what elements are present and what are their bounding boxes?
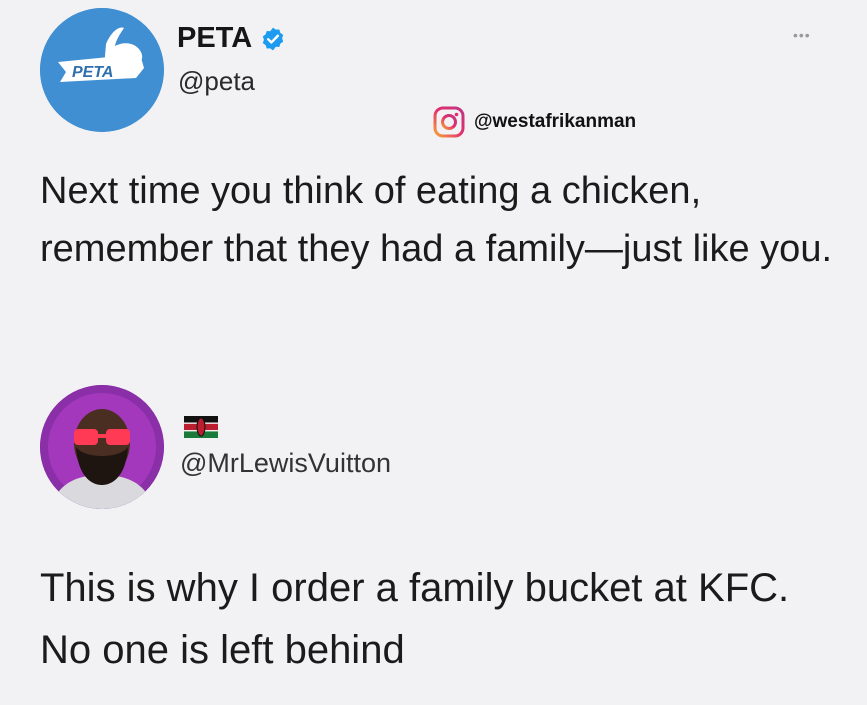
instagram-icon [433,106,465,138]
peta-logo-text: PETA [72,64,113,81]
author-name-label[interactable]: PETA [177,22,252,55]
reply-avatar-image [40,385,164,509]
peta-avatar[interactable]: PETA [40,8,164,132]
reply-handle[interactable]: @MrLewisVuitton [180,448,391,479]
author-handle[interactable]: @peta [178,66,255,97]
more-options-icon[interactable]: ••• [793,27,811,43]
reply-text: This is why I order a family bucket at K… [40,566,790,672]
reply-avatar[interactable] [40,385,164,509]
instagram-watermark: @westafrikanman [433,106,636,138]
watermark-handle: @westafrikanman [474,111,637,132]
verified-badge-icon [263,27,284,50]
peta-logo-icon: PETA [40,8,164,132]
tweet-text: Next time you think of eating a chicken,… [40,170,833,270]
kenya-flag-icon [184,416,218,438]
author-name[interactable]: PETA [177,22,286,55]
